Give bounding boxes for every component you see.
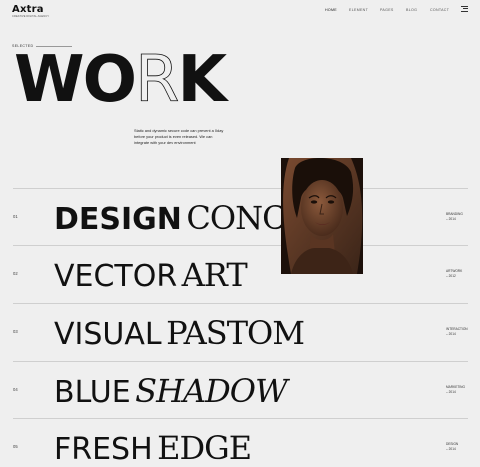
- hero-title-part-1: WO: [14, 43, 137, 117]
- project-hover-image: [281, 158, 363, 274]
- project-meta: BRANDING – 2014: [446, 212, 463, 222]
- brand-logo[interactable]: Axtra CREATIVE DIGITAL AGENCY: [12, 4, 49, 18]
- divider: [13, 245, 468, 246]
- project-number: 04: [13, 387, 18, 392]
- project-year: – 2014: [446, 217, 456, 222]
- nav-blog[interactable]: BLOG: [406, 8, 417, 12]
- project-year: – 2014: [446, 332, 456, 337]
- project-number: 01: [13, 214, 18, 219]
- hero-title-part-3: K: [177, 43, 227, 117]
- project-title[interactable]: BLUE SHADOW: [54, 372, 288, 410]
- project-year: – 2014: [446, 390, 456, 395]
- project-title-bold: VISUAL: [54, 317, 162, 352]
- hero-description: Static and dynamic secure code can preve…: [134, 128, 224, 146]
- nav-contact[interactable]: CONTACT: [430, 8, 449, 12]
- project-title-serif: EDGE: [157, 429, 252, 467]
- project-meta: INTERACTION – 2014: [446, 327, 468, 337]
- woman-portrait-icon: [281, 158, 363, 274]
- hero-title-outline-letter: R: [135, 43, 180, 117]
- nav-home[interactable]: HOME: [325, 8, 337, 12]
- project-number: 03: [13, 329, 18, 334]
- project-year: – 2012: [446, 274, 456, 279]
- project-title-bold: DESIGN: [54, 202, 182, 237]
- project-title[interactable]: VISUAL PASTOM: [54, 314, 305, 352]
- nav-pages[interactable]: PAGES: [380, 8, 394, 12]
- project-number: 05: [13, 444, 18, 449]
- project-title-serif: ART: [181, 256, 248, 294]
- brand-tagline: CREATIVE DIGITAL AGENCY: [12, 15, 50, 18]
- divider: [13, 303, 468, 304]
- nav-element[interactable]: ELEMENT: [349, 8, 368, 12]
- project-meta: MARKETING – 2014: [446, 385, 465, 395]
- project-title[interactable]: FRESH EDGE: [54, 429, 252, 467]
- divider: [13, 418, 468, 419]
- project-title-bold: FRESH: [54, 432, 153, 467]
- hamburger-menu-icon[interactable]: [461, 6, 468, 12]
- hero-title: WORK: [14, 48, 227, 113]
- project-title-bold: BLUE: [54, 375, 131, 410]
- brand-name: Axtra: [12, 4, 44, 15]
- project-title-serif: PASTOM: [166, 314, 305, 352]
- divider: [13, 188, 468, 189]
- project-number: 02: [13, 271, 18, 276]
- project-title[interactable]: VECTOR ART: [54, 256, 248, 294]
- project-meta: DESIGN – 2014: [446, 442, 458, 452]
- project-meta: ARTWORK – 2012: [446, 269, 462, 279]
- project-year: – 2014: [446, 447, 456, 452]
- project-title-bold: VECTOR: [54, 259, 178, 294]
- project-title-serif: SHADOW: [135, 372, 288, 410]
- divider: [13, 361, 468, 362]
